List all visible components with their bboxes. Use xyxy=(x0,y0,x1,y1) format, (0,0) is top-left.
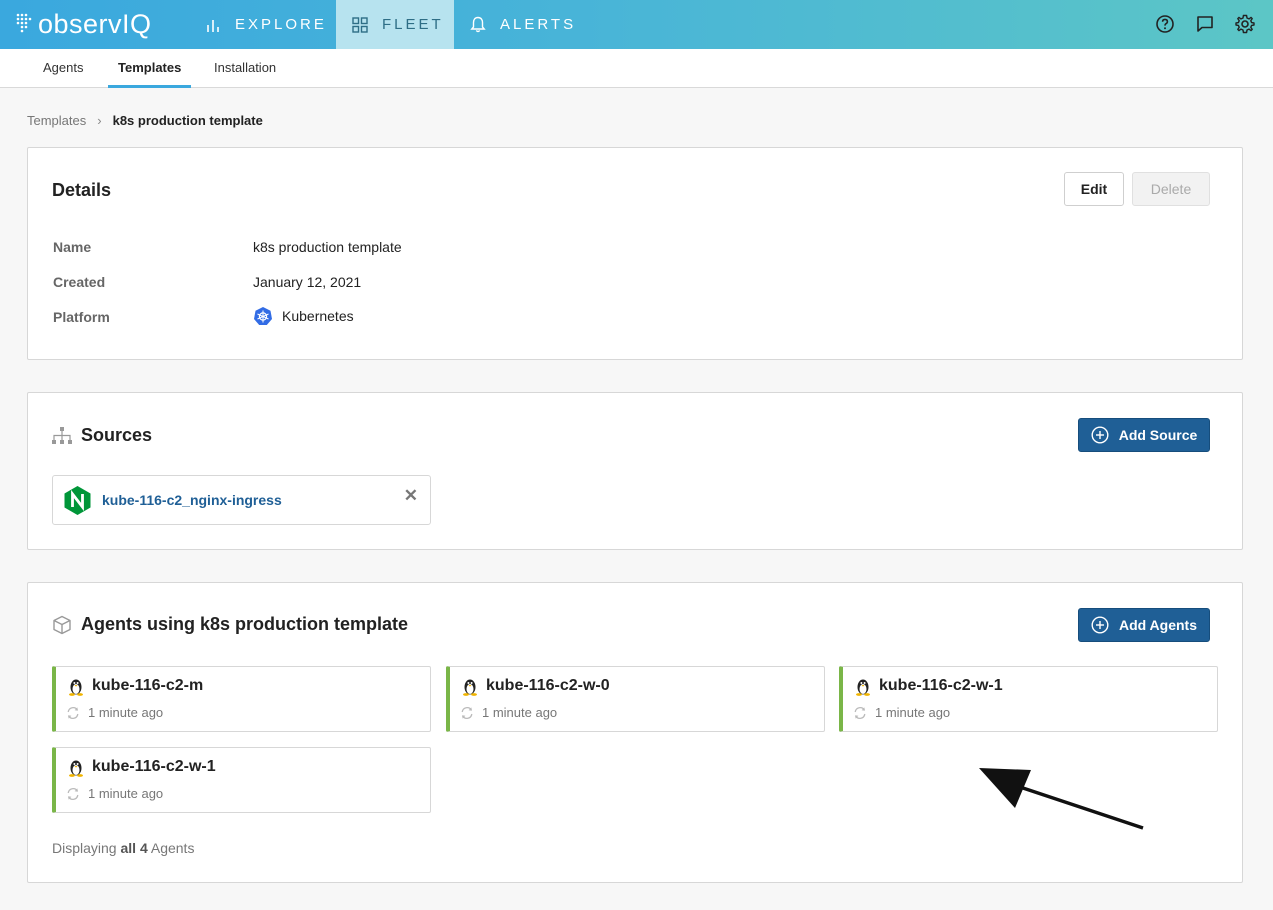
breadcrumb-templates-link[interactable]: Templates xyxy=(27,113,86,128)
name-value: k8s production template xyxy=(253,239,402,255)
sources-title: Sources xyxy=(52,425,152,446)
created-value-text: January 12, 2021 xyxy=(253,274,362,290)
created-value: January 12, 2021 xyxy=(253,274,361,290)
sync-icon xyxy=(854,706,866,719)
logo-mark-icon xyxy=(16,13,32,33)
nav-alerts-label: ALERTS xyxy=(500,16,577,33)
details-title: Details xyxy=(52,180,112,200)
add-agents-label: Add Agents xyxy=(1118,617,1198,633)
agents-title: Agents using k8s production template xyxy=(52,614,408,635)
linux-icon xyxy=(856,679,870,696)
agents-count-footer: Displaying all 4 Agents xyxy=(52,840,194,856)
linux-icon xyxy=(463,679,477,696)
kubernetes-icon xyxy=(254,307,272,325)
agents-card: Agents using k8s production template Add… xyxy=(27,582,1243,883)
agent-name: kube-116-c2-w-0 xyxy=(486,677,610,694)
agent-status: 1 minute ago xyxy=(853,705,950,720)
annotation-arrow-icon xyxy=(979,768,1144,830)
bar-chart-icon xyxy=(207,19,219,32)
sync-icon xyxy=(461,706,473,719)
nav-explore-label: EXPLORE xyxy=(235,16,327,33)
observiq-logo[interactable]: observIQ xyxy=(14,8,152,40)
platform-value-text: Kubernetes xyxy=(282,308,354,324)
agent-card[interactable]: kube-116-c2-m 1 minute ago xyxy=(52,666,431,732)
footer-prefix: Displaying xyxy=(52,840,121,856)
tab-agents[interactable]: Agents xyxy=(43,49,83,88)
nav-fleet[interactable]: FLEET xyxy=(336,0,454,49)
sub-navigation: Agents Templates Installation xyxy=(0,49,1273,88)
agent-name: kube-116-c2-w-1 xyxy=(92,758,216,775)
platform-label: Platform xyxy=(53,309,110,325)
nav-explore[interactable]: EXPLORE xyxy=(205,0,327,49)
footer-suffix: Agents xyxy=(147,840,195,856)
sources-card: Sources Add Source kube-116-c2_nginx-ing… xyxy=(27,392,1243,550)
add-agents-button[interactable]: Add Agents xyxy=(1078,608,1210,642)
breadcrumb-separator: › xyxy=(97,113,102,128)
agent-status: 1 minute ago xyxy=(460,705,557,720)
platform-value: Kubernetes xyxy=(253,306,354,326)
tab-installation[interactable]: Installation xyxy=(214,49,276,88)
breadcrumb-current: k8s production template xyxy=(112,113,263,128)
footer-count: all 4 xyxy=(120,840,148,856)
grid-icon xyxy=(352,16,368,33)
agent-status-text: 1 minute ago xyxy=(88,705,164,720)
settings-icon[interactable] xyxy=(1234,13,1256,35)
bell-icon xyxy=(470,16,486,33)
breadcrumb: Templates › k8s production template xyxy=(27,113,263,128)
nav-alerts[interactable]: ALERTS xyxy=(470,0,576,49)
agent-name: kube-116-c2-m xyxy=(92,677,204,694)
edit-button[interactable]: Edit xyxy=(1064,172,1124,206)
agent-card[interactable]: kube-116-c2-w-1 1 minute ago xyxy=(839,666,1218,732)
hierarchy-icon xyxy=(52,426,72,444)
agent-card[interactable]: kube-116-c2-w-1 1 minute ago xyxy=(52,747,431,813)
agent-status-text: 1 minute ago xyxy=(482,705,558,720)
agent-card[interactable]: kube-116-c2-w-0 1 minute ago xyxy=(446,666,825,732)
agent-status-text: 1 minute ago xyxy=(875,705,951,720)
sync-icon xyxy=(67,787,79,800)
add-source-label: Add Source xyxy=(1118,427,1198,443)
name-label: Name xyxy=(53,239,92,255)
created-label: Created xyxy=(53,274,106,290)
tab-templates[interactable]: Templates xyxy=(108,49,192,88)
top-navigation-bar: observIQ EXPLORE FLEET ALERTS xyxy=(0,0,1273,49)
plus-circle-icon xyxy=(1091,616,1109,634)
help-icon[interactable] xyxy=(1154,13,1176,35)
cube-icon xyxy=(53,615,71,634)
agent-status: 1 minute ago xyxy=(66,705,163,720)
details-card: Details Edit Delete Name k8s production … xyxy=(27,147,1243,360)
linux-icon xyxy=(69,760,83,777)
sync-icon xyxy=(67,706,79,719)
logo-text: observIQ xyxy=(38,8,152,39)
agent-status: 1 minute ago xyxy=(66,786,163,801)
agents-title-text: Agents using k8s production template xyxy=(81,614,409,634)
agent-name: kube-116-c2-w-1 xyxy=(879,677,1003,694)
source-link[interactable]: kube-116-c2_nginx-ingress xyxy=(102,492,282,508)
delete-button[interactable]: Delete xyxy=(1132,172,1210,206)
remove-source-icon[interactable]: ✕ xyxy=(404,486,418,506)
plus-circle-icon xyxy=(1091,426,1109,444)
source-item: kube-116-c2_nginx-ingress ✕ xyxy=(52,475,431,525)
nginx-icon xyxy=(64,485,91,515)
agent-status-text: 1 minute ago xyxy=(88,786,164,801)
add-source-button[interactable]: Add Source xyxy=(1078,418,1210,452)
nav-fleet-label: FLEET xyxy=(382,16,444,33)
linux-icon xyxy=(69,679,83,696)
name-value-text: k8s production template xyxy=(253,239,402,255)
chat-icon[interactable] xyxy=(1194,13,1216,35)
sources-title-text: Sources xyxy=(81,425,153,445)
